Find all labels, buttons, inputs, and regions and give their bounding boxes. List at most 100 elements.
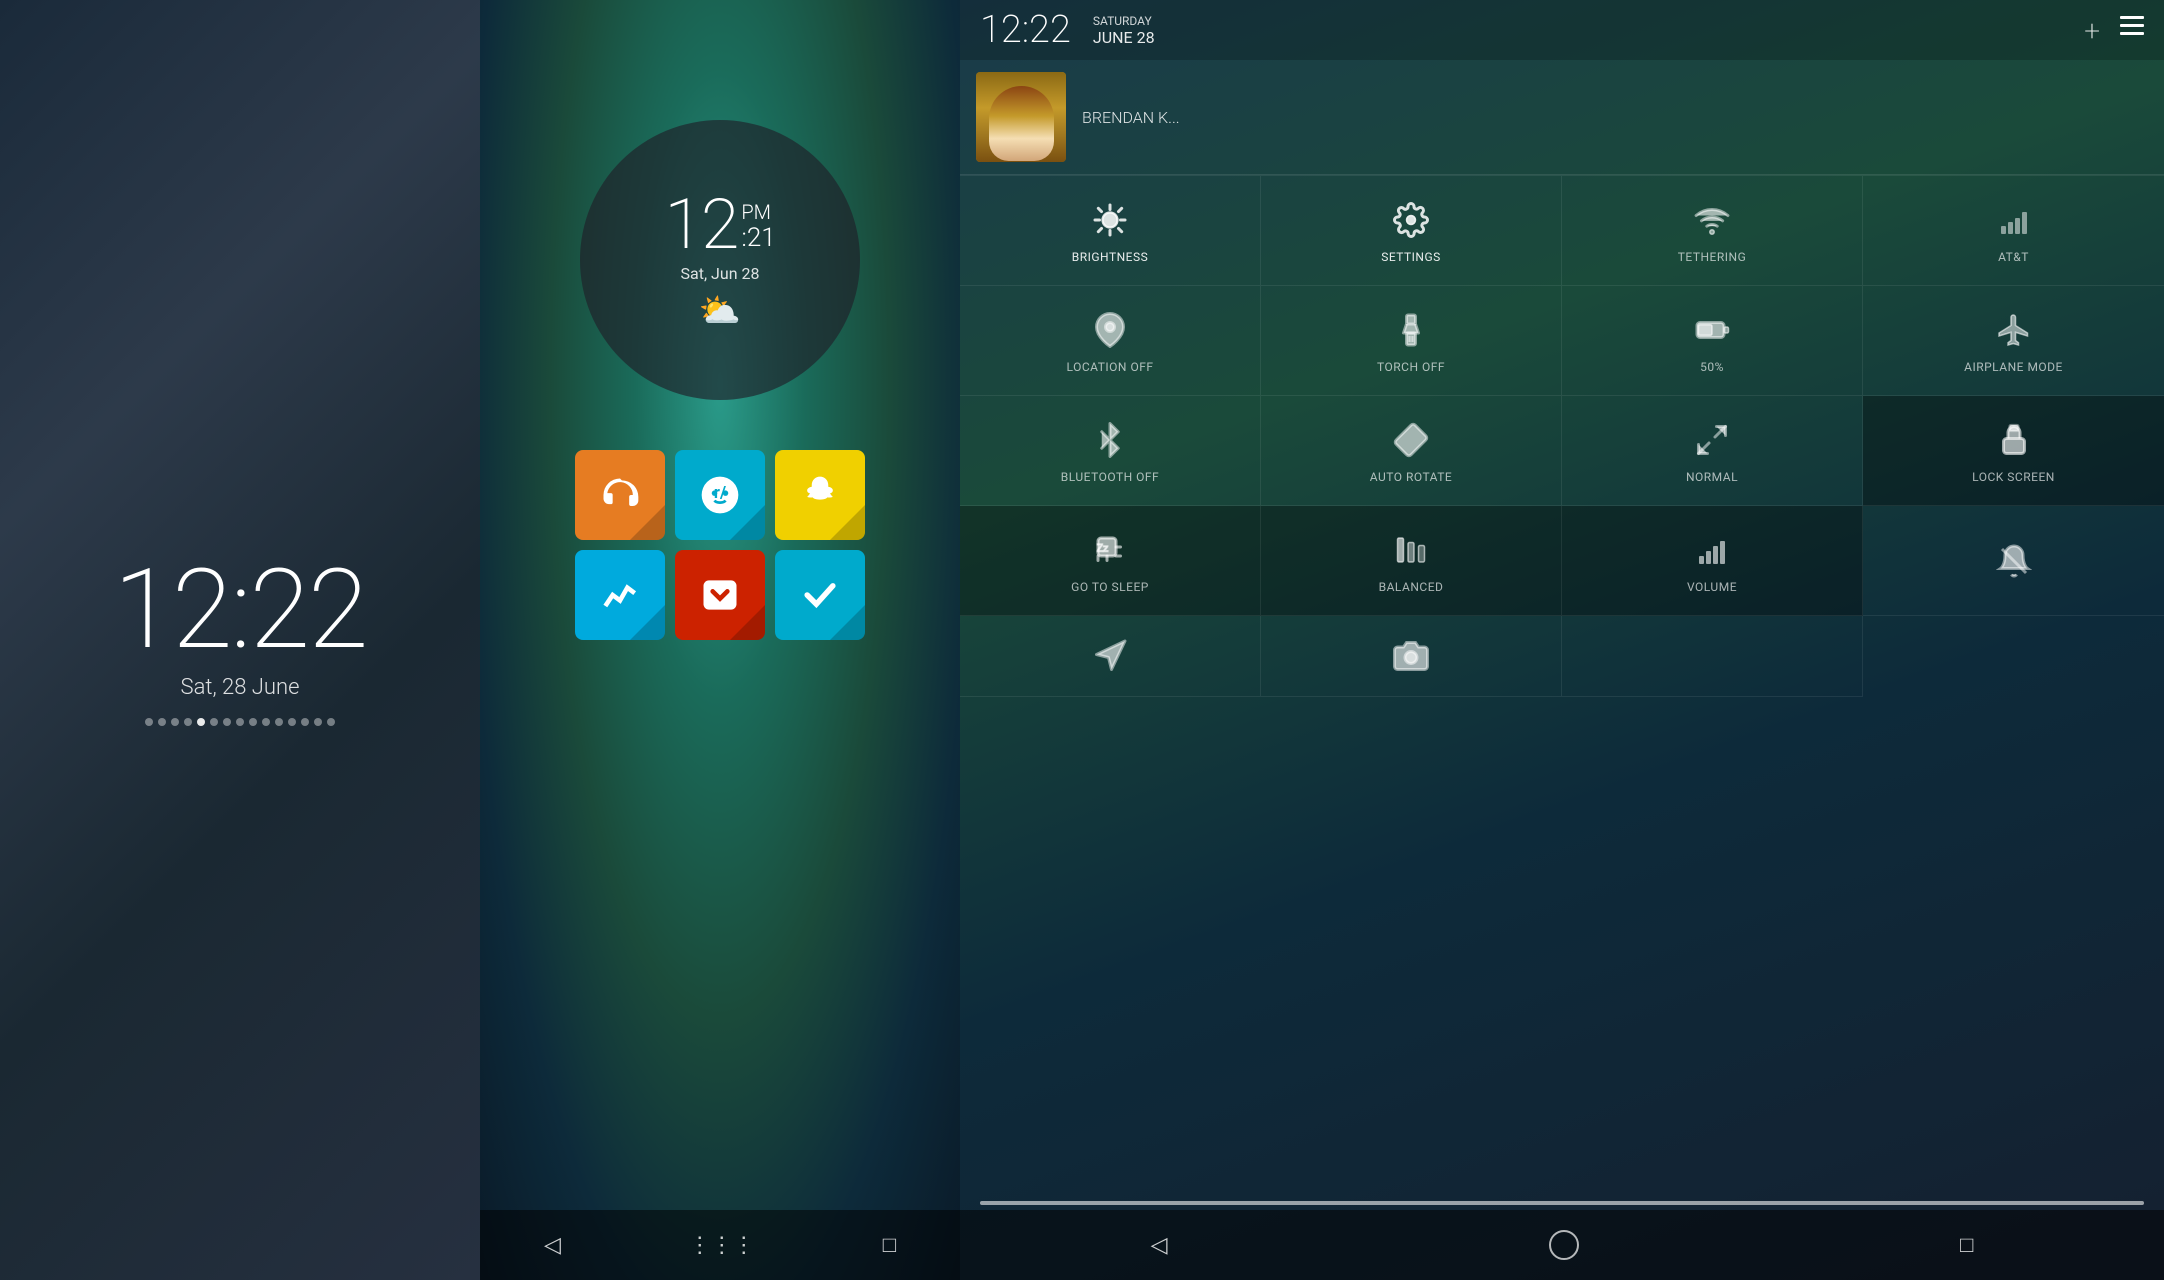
tile-torch[interactable]: TORCH OFF	[1261, 286, 1562, 396]
notif-navigation-bar: ◁ □	[960, 1210, 2164, 1280]
brightness-icon	[1088, 198, 1132, 242]
profile-name: BRENDAN K...	[1082, 108, 1180, 127]
header-date: SATURDAY JUNE 28	[1093, 14, 1155, 47]
svg-text:r/: r/	[714, 484, 726, 503]
header-time: 12:22	[980, 8, 1071, 52]
balanced-label: BALANCED	[1379, 580, 1444, 594]
app-snapchat[interactable]	[775, 450, 865, 540]
lock-dot	[314, 718, 322, 726]
tethering-label: TETHERING	[1678, 250, 1747, 264]
tile-battery[interactable]: 50%	[1562, 286, 1863, 396]
lock-dot	[184, 718, 192, 726]
sleep-label: GO TO SLEEP	[1071, 580, 1149, 594]
tile-tethering[interactable]: TETHERING	[1562, 176, 1863, 286]
lockscreen-icon	[1992, 418, 2036, 462]
svg-text:Zz: Zz	[1097, 541, 1109, 554]
tile-settings[interactable]: SETTINGS	[1261, 176, 1562, 286]
camera-icon	[1389, 634, 1433, 678]
notification-header: 12:22 SATURDAY JUNE 28 +	[960, 0, 2164, 60]
tile-lockscreen[interactable]: LOCK SCREEN	[1863, 396, 2164, 506]
lock-dot	[288, 718, 296, 726]
add-button[interactable]: +	[2084, 14, 2100, 47]
volume-label: VOLUME	[1687, 580, 1737, 594]
lock-dot	[275, 718, 283, 726]
tile-att[interactable]: AT&T	[1863, 176, 2164, 286]
tile-balanced[interactable]: BALANCED	[1261, 506, 1562, 616]
quick-settings-grid: BRIGHTNESS SETTINGS TETHER	[960, 175, 2164, 697]
tile-airplane[interactable]: AIRPLANE MODE	[1863, 286, 2164, 396]
lock-dot	[236, 718, 244, 726]
app-stocks[interactable]	[575, 550, 665, 640]
navigation-icon	[1088, 634, 1132, 678]
lock-time: 12:22	[113, 555, 366, 665]
settings-label: SETTINGS	[1381, 250, 1441, 264]
location-label: LOCATION OFF	[1067, 360, 1154, 374]
volume-icon	[1690, 528, 1734, 572]
scroll-thumb	[980, 1201, 2144, 1205]
brightness-label: BRIGHTNESS	[1072, 250, 1149, 264]
back-button-notif[interactable]: ◁	[1151, 1233, 1168, 1258]
tile-navigation[interactable]	[960, 616, 1261, 697]
home-apps-grid: r/	[575, 450, 865, 640]
profile-row: BRENDAN K...	[960, 60, 2164, 175]
app-reddit[interactable]: r/	[675, 450, 765, 540]
normal-icon	[1690, 418, 1734, 462]
home-button-notif[interactable]	[1549, 1230, 1579, 1260]
airplane-label: AIRPLANE MODE	[1964, 360, 2063, 374]
ringer-icon	[1992, 539, 2036, 583]
lock-dot	[145, 718, 153, 726]
tile-volume[interactable]: VOLUME	[1562, 506, 1863, 616]
home-clock-hour: 12	[664, 190, 737, 260]
bluetooth-icon	[1088, 418, 1132, 462]
back-button[interactable]: ◁	[544, 1233, 561, 1258]
app-pocket[interactable]	[675, 550, 765, 640]
autorotate-label: AUTO ROTATE	[1370, 470, 1452, 484]
tile-ringer[interactable]	[1863, 506, 2164, 616]
autorotate-icon	[1389, 418, 1433, 462]
home-clock-right: PM :21	[741, 200, 775, 253]
tile-camera[interactable]	[1261, 616, 1562, 697]
lock-dot	[327, 718, 335, 726]
battery-label: 50%	[1700, 360, 1724, 374]
header-day-name: SATURDAY	[1093, 14, 1155, 28]
normal-label: NORMAL	[1686, 470, 1738, 484]
att-label: AT&T	[1998, 250, 2029, 264]
home-navigation-bar: ◁ ⋮⋮⋮ □	[480, 1210, 960, 1280]
profile-avatar[interactable]	[976, 72, 1066, 162]
tile-empty	[1562, 616, 1863, 697]
scroll-bar[interactable]	[980, 1201, 2144, 1205]
menu-button[interactable]	[2120, 14, 2144, 47]
home-clock-ampm: PM	[741, 200, 775, 224]
home-button[interactable]: ⋮⋮⋮	[689, 1233, 755, 1258]
tile-location[interactable]: LOCATION OFF	[960, 286, 1261, 396]
torch-label: TORCH OFF	[1377, 360, 1445, 374]
balanced-icon	[1389, 528, 1433, 572]
tile-sleep[interactable]: Zz GO TO SLEEP	[960, 506, 1261, 616]
lock-dot	[262, 718, 270, 726]
settings-icon	[1389, 198, 1433, 242]
home-clock-time: 12 PM :21	[664, 190, 775, 260]
lock-dot	[301, 718, 309, 726]
sleep-icon: Zz	[1088, 528, 1132, 572]
tile-normal[interactable]: NORMAL	[1562, 396, 1863, 506]
lock-dot	[158, 718, 166, 726]
lock-date: Sat, 28 June	[181, 675, 300, 700]
lockscreen-label: LOCK SCREEN	[1972, 470, 2055, 484]
lock-dot-active	[197, 718, 205, 726]
bluetooth-label: BLUETOOTH OFF	[1061, 470, 1159, 484]
lock-screen-panel: 12:22 Sat, 28 June	[0, 0, 480, 1280]
airplane-icon	[1992, 308, 2036, 352]
tile-autorotate[interactable]: AUTO ROTATE	[1261, 396, 1562, 506]
home-clock-date: Sat, Jun 28	[681, 264, 760, 283]
app-check[interactable]	[775, 550, 865, 640]
app-headphones[interactable]	[575, 450, 665, 540]
recents-button-notif[interactable]: □	[1960, 1232, 1973, 1258]
tile-brightness[interactable]: BRIGHTNESS	[960, 176, 1261, 286]
lock-dots	[145, 718, 335, 726]
lock-dot	[249, 718, 257, 726]
torch-icon	[1389, 308, 1433, 352]
battery-icon	[1690, 308, 1734, 352]
tile-bluetooth[interactable]: BLUETOOTH OFF	[960, 396, 1261, 506]
home-clock-min: :21	[741, 224, 775, 253]
recents-button[interactable]: □	[883, 1232, 896, 1258]
